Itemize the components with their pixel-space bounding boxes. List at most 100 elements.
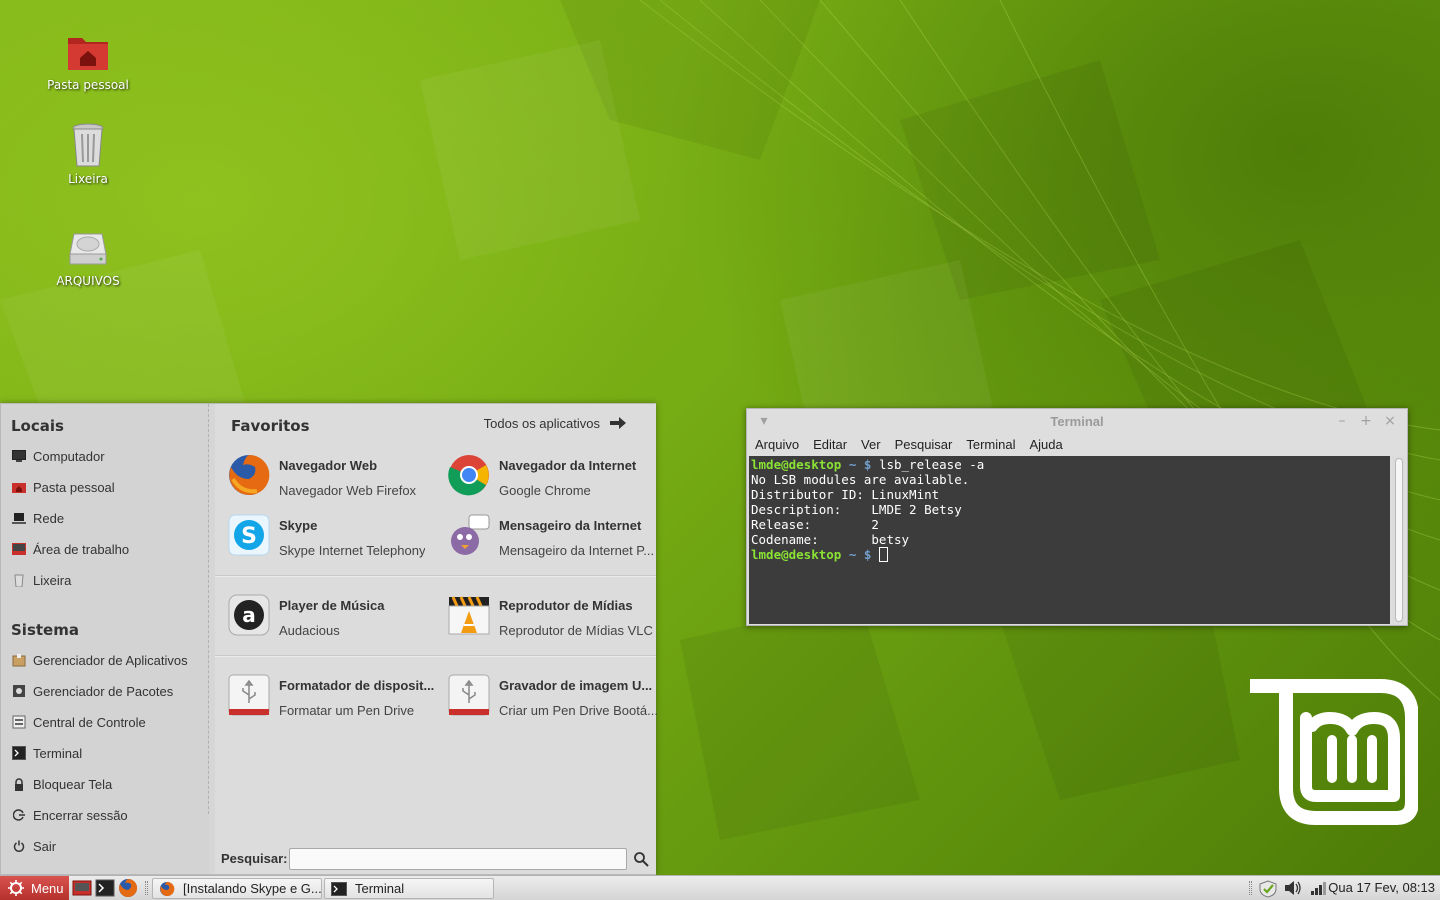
panel-handle[interactable] xyxy=(1249,881,1252,895)
place-label: Lixeira xyxy=(33,572,72,588)
lock-icon xyxy=(11,776,27,792)
menu-editar[interactable]: Editar xyxy=(805,436,853,456)
fav-usb-writer[interactable]: Gravador de imagem U... Criar um Pen Dri… xyxy=(447,673,662,729)
terminal-icon xyxy=(11,745,27,761)
fav-app-desc: Mensageiro da Internet P... xyxy=(499,543,655,558)
terminal-output[interactable]: lmde@desktop ~ $ lsb_release -a No LSB m… xyxy=(749,456,1390,624)
network-signal-icon[interactable] xyxy=(1310,880,1328,897)
pidgin-icon xyxy=(447,513,495,561)
all-applications-button[interactable]: Todos os aplicativos xyxy=(484,416,628,431)
fav-app-name: Formatador de disposit... xyxy=(279,678,435,693)
fav-usb-formatter[interactable]: Formatador de disposit... Formatar um Pe… xyxy=(227,673,442,729)
fav-audacious[interactable]: a Player de Música Audacious xyxy=(227,593,442,649)
trash-icon xyxy=(11,572,27,588)
desktop-icon xyxy=(11,541,27,557)
fav-app-name: Player de Música xyxy=(279,598,385,613)
home-icon xyxy=(11,479,27,495)
launcher-firefox[interactable] xyxy=(118,878,138,898)
menu-ajuda[interactable]: Ajuda xyxy=(1022,436,1069,456)
fav-skype[interactable]: S Skype Skype Internet Telephony xyxy=(227,513,442,569)
task-firefox[interactable]: [Instalando Skype e G... xyxy=(152,878,322,899)
fav-app-name: Navegador Web xyxy=(279,458,378,473)
task-label: [Instalando Skype e G... xyxy=(183,881,322,896)
mint-menu-icon xyxy=(8,880,24,896)
menu-terminal[interactable]: Terminal xyxy=(958,436,1021,456)
favorites-separator xyxy=(215,655,656,657)
application-menu: Locais Computador Pasta pessoal Rede Áre… xyxy=(0,403,658,875)
system-title: Sistema xyxy=(11,621,79,639)
fav-app-name: Skype xyxy=(279,518,318,533)
panel-handle[interactable] xyxy=(145,881,148,895)
menu-places-pane: Locais Computador Pasta pessoal Rede Áre… xyxy=(1,404,209,874)
system-label: Sair xyxy=(33,838,57,854)
menu-divider xyxy=(208,404,209,814)
firefox-icon xyxy=(159,881,175,897)
desktop-icon-drive[interactable]: ARQUIVOS xyxy=(38,224,138,288)
menu-pesquisar[interactable]: Pesquisar xyxy=(887,436,959,456)
place-home[interactable]: Pasta pessoal xyxy=(11,475,201,499)
minimize-icon[interactable]: – xyxy=(1335,414,1349,428)
prompt-path: ~ $ xyxy=(848,547,872,562)
fav-app-name: Gravador de imagem U... xyxy=(499,678,653,693)
search-label: Pesquisar: xyxy=(221,851,288,866)
fav-app-name: Reprodutor de Mídias xyxy=(499,598,633,613)
clock[interactable]: Qua 17 Fev, 08:13 xyxy=(1328,880,1435,895)
menu-button[interactable]: Menu xyxy=(0,876,69,900)
system-control-center[interactable]: Central de Controle xyxy=(11,710,201,734)
terminal-line: Codename: betsy xyxy=(751,532,910,547)
task-terminal[interactable]: Terminal xyxy=(324,878,494,899)
linux-mint-logo xyxy=(1246,678,1419,834)
place-computer[interactable]: Computador xyxy=(11,444,201,468)
package-manager-icon xyxy=(11,683,27,699)
terminal-menubar: Arquivo Editar Ver Pesquisar Terminal Aj… xyxy=(747,436,1069,456)
search-icon[interactable] xyxy=(633,851,649,867)
fav-vlc[interactable]: Reprodutor de Mídias Reprodutor de Mídia… xyxy=(447,593,662,649)
place-trash[interactable]: Lixeira xyxy=(11,568,201,592)
place-network[interactable]: Rede xyxy=(11,506,201,530)
place-desktop[interactable]: Área de trabalho xyxy=(11,537,201,561)
maximize-icon[interactable]: + xyxy=(1359,414,1373,428)
launcher-terminal[interactable] xyxy=(95,878,115,898)
menu-arquivo[interactable]: Arquivo xyxy=(747,436,805,456)
search-input[interactable] xyxy=(289,848,627,870)
fav-chrome[interactable]: Navegador da Internet Google Chrome xyxy=(447,453,662,509)
system-quit[interactable]: Sair xyxy=(11,834,201,858)
system-label: Bloquear Tela xyxy=(33,776,113,792)
computer-icon xyxy=(11,448,27,464)
fav-app-desc: Formatar um Pen Drive xyxy=(279,703,415,718)
system-logout[interactable]: Encerrar sessão xyxy=(11,803,201,827)
system-terminal[interactable]: Terminal xyxy=(11,741,201,765)
favorites-separator xyxy=(215,575,656,577)
launcher-show-desktop[interactable] xyxy=(72,878,92,898)
volume-icon[interactable] xyxy=(1284,880,1302,897)
terminal-line: Release: 2 xyxy=(751,517,879,532)
fav-app-desc: Audacious xyxy=(279,623,340,638)
control-center-icon xyxy=(11,714,27,730)
favorites-title: Favoritos xyxy=(231,417,310,435)
show-desktop-icon xyxy=(72,880,92,896)
terminal-window: ▾ Terminal – + × Arquivo Editar Ver Pesq… xyxy=(746,408,1408,626)
task-label: Terminal xyxy=(355,881,405,896)
fav-app-name: Navegador da Internet xyxy=(499,458,637,473)
places-title: Locais xyxy=(11,417,64,435)
scrollbar-thumb[interactable] xyxy=(1395,458,1403,622)
terminal-scrollbar[interactable] xyxy=(1392,456,1405,624)
prompt-user: lmde@desktop xyxy=(751,457,842,472)
power-icon xyxy=(11,838,27,854)
update-shield-icon[interactable] xyxy=(1258,880,1277,898)
usb-formatter-icon xyxy=(227,673,275,721)
system-label: Terminal xyxy=(33,745,83,761)
desktop-icon-trash[interactable]: Lixeira xyxy=(38,122,138,186)
menu-ver[interactable]: Ver xyxy=(853,436,887,456)
desktop-icon-label: ARQUIVOS xyxy=(56,274,120,288)
fav-firefox[interactable]: Navegador Web Navegador Web Firefox xyxy=(227,453,442,509)
fav-pidgin[interactable]: Mensageiro da Internet Mensageiro da Int… xyxy=(447,513,662,569)
svg-text:a: a xyxy=(242,603,256,627)
system-package-manager[interactable]: Gerenciador de Pacotes xyxy=(11,679,201,703)
fav-app-desc: Google Chrome xyxy=(499,483,591,498)
close-icon[interactable]: × xyxy=(1383,414,1397,428)
system-lock-screen[interactable]: Bloquear Tela xyxy=(11,772,201,796)
desktop-icon-home-folder[interactable]: Pasta pessoal xyxy=(38,28,138,92)
system-software-manager[interactable]: Gerenciador de Aplicativos xyxy=(11,648,201,672)
place-label: Rede xyxy=(33,510,65,526)
